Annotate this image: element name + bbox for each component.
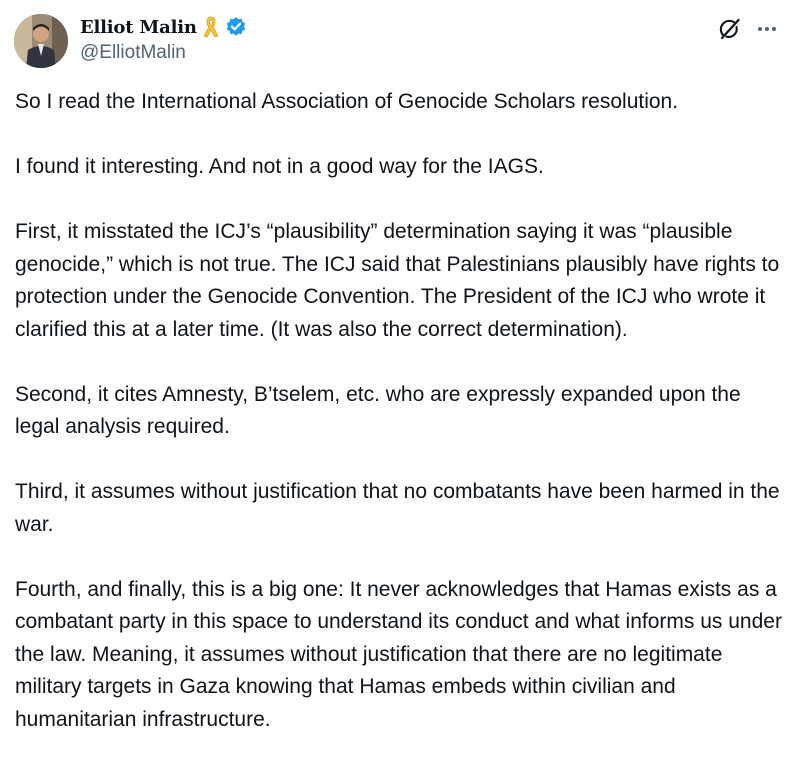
author-handle[interactable]: @ElliotMalin	[80, 42, 186, 64]
more-options-icon[interactable]	[754, 16, 780, 42]
tweet-paragraph: Fourth, and finally, this is a big one: …	[15, 577, 782, 731]
verified-badge-icon[interactable]	[225, 16, 247, 38]
avatar-photo	[14, 14, 68, 68]
yellow-ribbon-icon	[202, 15, 220, 39]
tweet: Elliot Malin @ElliotMalin So I read the …	[0, 0, 804, 775]
tweet-text: So I read the International Association …	[15, 86, 790, 736]
author-name-row: Elliot Malin	[80, 13, 247, 41]
tweet-paragraph: Third, it assumes without justification …	[15, 480, 780, 536]
avatar[interactable]	[14, 14, 68, 68]
tweet-paragraph: First, it misstated the ICJ’s “plausibil…	[15, 220, 780, 341]
author-display-name[interactable]: Elliot Malin	[80, 17, 197, 38]
grok-icon[interactable]	[717, 16, 743, 42]
tweet-paragraph: So I read the International Association …	[15, 90, 679, 113]
tweet-paragraph: Second, it cites Amnesty, B’tselem, etc.…	[15, 382, 741, 439]
tweet-paragraph: I found it interesting. And not in a goo…	[15, 155, 544, 178]
